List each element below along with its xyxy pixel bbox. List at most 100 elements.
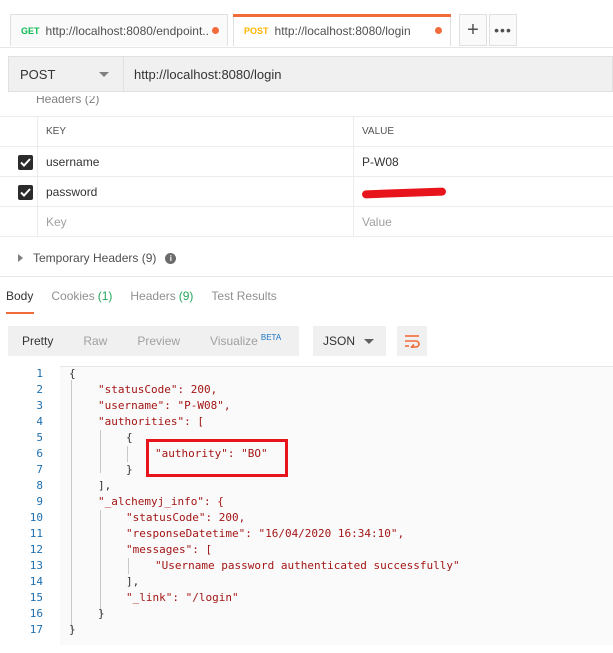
request-url-bar: POST http://localhost:8080/login bbox=[8, 56, 613, 92]
view-visualize-button[interactable]: Visualize BETA bbox=[196, 326, 300, 356]
view-raw-button[interactable]: Raw bbox=[69, 326, 124, 356]
code-line: { bbox=[126, 431, 133, 444]
url-input[interactable]: http://localhost:8080/login bbox=[124, 56, 613, 92]
column-header-key: KEY bbox=[38, 117, 354, 146]
plus-icon: + bbox=[467, 18, 479, 41]
code-line: } bbox=[126, 463, 133, 476]
more-icon: ••• bbox=[494, 22, 512, 38]
tab-label: Test Results bbox=[211, 288, 277, 303]
view-preview-button[interactable]: Preview bbox=[123, 326, 197, 356]
tab-method-label: GET bbox=[21, 25, 40, 36]
line-number: 10 bbox=[29, 511, 43, 524]
header-key-cell[interactable]: password bbox=[38, 177, 354, 206]
line-number: 6 bbox=[36, 447, 43, 460]
chevron-right-icon bbox=[18, 254, 23, 262]
column-header-value: VALUE bbox=[362, 126, 395, 137]
code-line: { bbox=[69, 367, 76, 380]
line-number: 17 bbox=[29, 623, 43, 636]
line-number: 12 bbox=[29, 543, 43, 556]
view-mode-toolbar: Pretty Raw Preview Visualize BETA bbox=[8, 326, 300, 356]
unsaved-dot-icon bbox=[212, 27, 219, 34]
view-mode-label: Pretty bbox=[22, 334, 54, 348]
tab-label: Cookies bbox=[51, 288, 95, 303]
tab-count: (9) bbox=[178, 288, 194, 303]
header-value-cell[interactable] bbox=[354, 177, 613, 206]
line-number: 14 bbox=[29, 575, 43, 588]
tab-test-results[interactable]: Test Results bbox=[211, 289, 276, 303]
code-line: ], bbox=[98, 479, 112, 492]
table-row: username P-W08 bbox=[0, 146, 613, 177]
response-tabs: Body Cookies (1) Headers (9) Test Result… bbox=[0, 276, 613, 314]
headers-table: KEY VALUE username P-W08 password Key Va… bbox=[0, 116, 613, 237]
row-checkbox[interactable] bbox=[18, 185, 33, 200]
wrap-icon bbox=[405, 335, 420, 348]
new-key-input[interactable]: Key bbox=[38, 207, 354, 236]
new-value-input[interactable]: Value bbox=[354, 207, 613, 236]
line-number: 1 bbox=[36, 367, 43, 380]
tab-headers[interactable]: Headers (9) bbox=[130, 289, 193, 303]
temporary-headers-toggle[interactable]: Temporary Headers (9) i bbox=[18, 251, 177, 265]
code-line: "Username password authenticated success… bbox=[155, 559, 460, 572]
code-line: "statusCode": 200, bbox=[126, 511, 246, 524]
line-number: 9 bbox=[36, 495, 43, 508]
code-line: "authorities": [ bbox=[98, 415, 204, 428]
code-line: "messages": [ bbox=[126, 543, 213, 556]
line-number: 16 bbox=[29, 607, 43, 620]
line-number: 15 bbox=[29, 591, 43, 604]
checkmark-icon bbox=[20, 188, 31, 197]
code-line: "statusCode": 200, bbox=[98, 383, 218, 396]
header-key-cell[interactable]: username bbox=[38, 147, 354, 176]
redaction-mark bbox=[361, 187, 447, 198]
tab-post-login[interactable]: POST http://localhost:8080/login bbox=[233, 14, 451, 46]
info-icon[interactable]: i bbox=[165, 252, 177, 264]
header-value-cell[interactable]: P-W08 bbox=[354, 147, 613, 176]
tab-label: Body bbox=[6, 288, 34, 303]
line-number: 5 bbox=[36, 431, 43, 444]
chevron-down-icon bbox=[364, 339, 374, 344]
code-line: } bbox=[69, 623, 76, 636]
request-tab-bar: GET http://localhost:8080/endpoint... PO… bbox=[0, 0, 613, 48]
table-row-empty: Key Value bbox=[0, 206, 613, 237]
view-mode-label: Preview bbox=[137, 334, 181, 348]
temporary-headers-label: Temporary Headers bbox=[33, 251, 139, 265]
line-number: 3 bbox=[36, 399, 43, 412]
line-number: 11 bbox=[29, 527, 43, 540]
view-pretty-button[interactable]: Pretty bbox=[8, 326, 70, 356]
temporary-headers-count: (9) bbox=[141, 251, 157, 265]
code-line: "username": "P-W08", bbox=[98, 399, 231, 412]
table-header-row: KEY VALUE bbox=[0, 116, 613, 147]
tab-cookies[interactable]: Cookies (1) bbox=[51, 289, 112, 303]
line-number: 13 bbox=[29, 559, 43, 572]
chevron-down-icon bbox=[99, 72, 109, 77]
tab-label: Headers bbox=[130, 288, 176, 303]
method-select-value: POST bbox=[20, 66, 56, 82]
new-tab-button[interactable]: + bbox=[459, 14, 487, 46]
line-number: 8 bbox=[36, 479, 43, 492]
code-line: "_alchemyj_info": { bbox=[98, 495, 224, 508]
code-line: ], bbox=[126, 575, 140, 588]
tab-count: (1) bbox=[97, 288, 113, 303]
tab-url-label: http://localhost:8080/login bbox=[274, 23, 411, 38]
code-line: "_link": "/login" bbox=[126, 591, 239, 604]
headers-label-text: Headers (2) bbox=[36, 96, 100, 106]
annotation-highlight-box bbox=[146, 439, 288, 477]
tab-url-label: http://localhost:8080/endpoint... bbox=[45, 23, 208, 38]
wrap-lines-button[interactable] bbox=[397, 326, 427, 356]
code-line: "responseDatetime": "16/04/2020 16:34:10… bbox=[126, 527, 405, 540]
row-checkbox[interactable] bbox=[18, 155, 33, 170]
format-select[interactable]: JSON bbox=[313, 326, 386, 356]
active-tab-indicator bbox=[6, 312, 34, 314]
unsaved-dot-icon bbox=[435, 27, 442, 34]
view-mode-label: Visualize bbox=[210, 334, 258, 348]
more-tabs-button[interactable]: ••• bbox=[489, 14, 517, 46]
line-number: 4 bbox=[36, 415, 43, 428]
line-number: 7 bbox=[36, 463, 43, 476]
code-line: } bbox=[98, 607, 105, 620]
table-row: password bbox=[0, 176, 613, 207]
checkmark-icon bbox=[20, 158, 31, 167]
method-select[interactable]: POST bbox=[8, 56, 124, 92]
tab-get-endpoint[interactable]: GET http://localhost:8080/endpoint... bbox=[10, 14, 228, 46]
url-input-value: http://localhost:8080/login bbox=[134, 66, 282, 82]
tab-body[interactable]: Body bbox=[6, 289, 33, 303]
headers-section-label: Headers (2) bbox=[0, 96, 613, 118]
